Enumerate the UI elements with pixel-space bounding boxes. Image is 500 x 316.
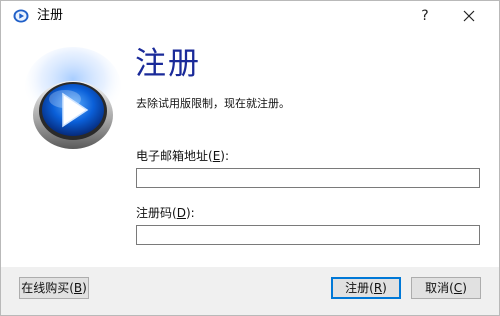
- cancel-button[interactable]: 取消(C): [411, 277, 481, 299]
- buy-suffix: ): [82, 281, 87, 295]
- email-label-prefix: 电子邮箱地址(: [136, 149, 213, 163]
- registration-code-field[interactable]: [136, 225, 480, 245]
- buy-prefix: 在线购买(: [21, 281, 74, 295]
- title-bar: 注册 ?: [1, 1, 499, 31]
- cancel-prefix: 取消(: [425, 281, 454, 295]
- register-mnemonic: R: [373, 281, 383, 295]
- register-button[interactable]: 注册(R): [331, 277, 401, 299]
- email-label: 电子邮箱地址(E):: [136, 149, 229, 163]
- cancel-mnemonic: C: [453, 281, 463, 295]
- code-label-prefix: 注册码(: [136, 206, 177, 220]
- cancel-suffix: ): [462, 281, 467, 295]
- buy-online-button[interactable]: 在线购买(B): [19, 277, 89, 299]
- close-icon: [463, 10, 475, 22]
- buy-mnemonic: B: [73, 281, 83, 295]
- window-title: 注册: [37, 8, 64, 23]
- close-button[interactable]: [453, 3, 485, 29]
- page-title: 注册: [135, 46, 201, 82]
- play-disc-icon: [13, 9, 29, 23]
- help-button[interactable]: ?: [411, 3, 439, 29]
- email-field[interactable]: [136, 168, 480, 188]
- code-label-mnemonic: D: [176, 206, 186, 220]
- code-label-suffix: ):: [185, 206, 195, 220]
- register-prefix: 注册(: [345, 281, 374, 295]
- play-disc-logo: [25, 47, 121, 149]
- button-bar: 在线购买(B) 注册(R) 取消(C): [1, 267, 499, 315]
- subtitle: 去除试用版限制，现在就注册。: [136, 97, 290, 110]
- register-dialog: 注册 ? 注册 去除试用版限制，现在就注册。 电子邮箱地址(E): 注册码(D)…: [0, 0, 500, 316]
- registration-code-label: 注册码(D):: [136, 206, 195, 220]
- register-suffix: ): [382, 281, 387, 295]
- email-label-suffix: ):: [220, 149, 230, 163]
